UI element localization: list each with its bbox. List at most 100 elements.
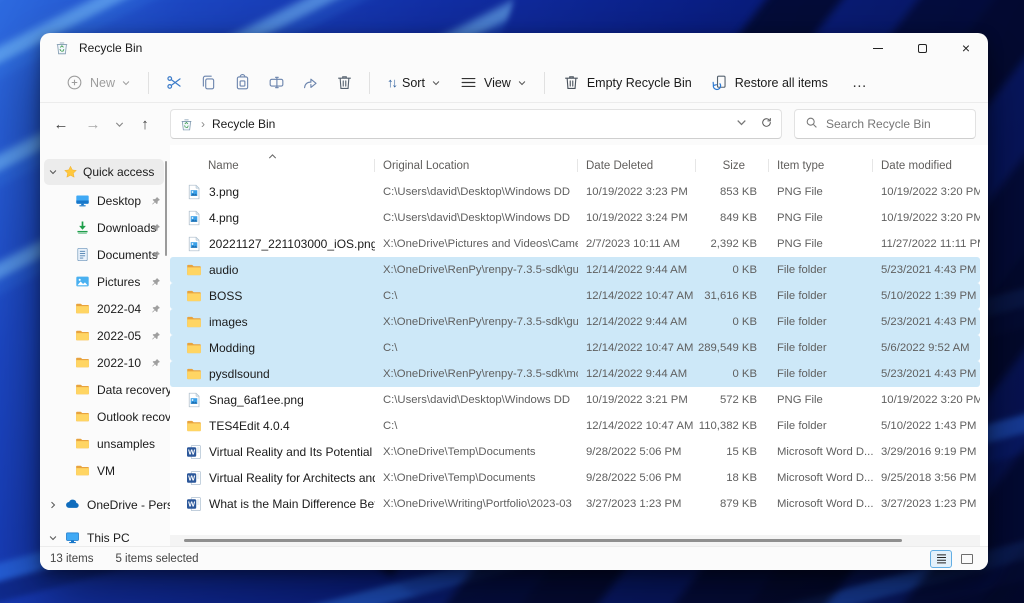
- file-item-type: File folder: [777, 368, 827, 380]
- file-original-location: C:\: [383, 342, 398, 354]
- minimize-button[interactable]: [856, 33, 900, 63]
- sidebar-item-documents[interactable]: Documents: [40, 241, 170, 268]
- more-options-button[interactable]: …: [837, 68, 883, 97]
- history-chevron-button[interactable]: [110, 109, 128, 139]
- empty-recycle-bin-button[interactable]: Empty Recycle Bin: [553, 67, 701, 98]
- png-file-icon: [186, 236, 202, 252]
- scrollbar-thumb[interactable]: [184, 539, 902, 542]
- sidebar-item-downloads[interactable]: Downloads: [40, 214, 170, 241]
- column-header-original-location[interactable]: Original Location: [375, 152, 578, 179]
- file-row[interactable]: 4.png C:\Users\david\Desktop\Windows DD 10…: [170, 205, 980, 231]
- search-icon: [805, 116, 818, 132]
- sidebar-item-data-recovery[interactable]: Data recovery: [40, 376, 170, 403]
- file-row[interactable]: BOSS C:\ 12/14/2022 10:47 AM 31,616 KB File …: [170, 283, 980, 309]
- sort-button[interactable]: ↑↓ Sort: [378, 69, 450, 96]
- column-header-date-deleted[interactable]: Date Deleted: [578, 152, 696, 179]
- file-date-modified: 5/10/2022 1:39 PM: [881, 290, 977, 302]
- sidebar-item-onedrive-perso[interactable]: OneDrive - Perso: [40, 491, 170, 518]
- file-row[interactable]: W What is the Main Difference Betwe... X:\…: [170, 491, 980, 517]
- maximize-button[interactable]: [900, 33, 944, 63]
- copy-button[interactable]: [191, 67, 225, 98]
- new-button[interactable]: New: [56, 67, 140, 98]
- ellipsis-icon: …: [851, 74, 868, 91]
- file-date-deleted: 12/14/2022 10:47 AM: [586, 290, 694, 302]
- svg-text:W: W: [188, 474, 195, 483]
- file-original-location: C:\: [383, 420, 398, 432]
- sidebar-item-2022-04[interactable]: 2022-04: [40, 295, 170, 322]
- file-date-modified: 5/6/2022 9:52 AM: [881, 342, 970, 354]
- address-bar[interactable]: › Recycle Bin: [170, 109, 782, 139]
- sidebar-item-quick-access[interactable]: Quick access: [44, 159, 164, 185]
- share-button[interactable]: [293, 67, 327, 98]
- file-name: Virtual Reality for Architects and Re...: [209, 471, 375, 485]
- file-name-cell: audio: [170, 262, 375, 278]
- column-header-item-type[interactable]: Item type: [769, 152, 873, 179]
- details-view-button[interactable]: [930, 549, 952, 568]
- recycle-bin-icon: [179, 117, 194, 132]
- file-row[interactable]: W Virtual Reality for Architects and Re..…: [170, 465, 980, 491]
- titlebar[interactable]: Recycle Bin ×: [40, 33, 988, 63]
- file-name: Virtual Reality and Its Potential App...: [209, 445, 375, 459]
- file-row[interactable]: Snag_6af1ee.png C:\Users\david\Desktop\Wi…: [170, 387, 980, 413]
- forward-button[interactable]: →: [78, 109, 108, 139]
- delete-button[interactable]: [327, 67, 361, 98]
- window-controls: ×: [856, 33, 988, 63]
- cut-button[interactable]: [157, 67, 191, 98]
- search-input[interactable]: Search Recycle Bin: [794, 109, 976, 139]
- sidebar-item-unsamples[interactable]: unsamples: [40, 430, 170, 457]
- file-row[interactable]: 3.png C:\Users\david\Desktop\Windows DD 10…: [170, 179, 980, 205]
- column-header-size[interactable]: Size: [696, 152, 769, 179]
- refresh-icon[interactable]: [760, 116, 773, 132]
- file-item-type: File folder: [777, 342, 827, 354]
- desktop-wallpaper: Recycle Bin × New ↑↓ Sort View Empty Rec…: [0, 0, 1024, 603]
- breadcrumb[interactable]: Recycle Bin: [212, 117, 275, 131]
- sidebar-item-2022-10[interactable]: 2022-10: [40, 349, 170, 376]
- sidebar-item-pictures[interactable]: Pictures: [40, 268, 170, 295]
- horizontal-scrollbar[interactable]: [170, 535, 980, 546]
- up-button[interactable]: ↑: [130, 109, 160, 139]
- view-button[interactable]: View: [450, 67, 536, 98]
- file-row[interactable]: TES4Edit 4.0.4 C:\ 12/14/2022 10:47 AM 110,…: [170, 413, 980, 439]
- file-row[interactable]: W Virtual Reality and Its Potential App..…: [170, 439, 980, 465]
- sidebar-item-2022-05[interactable]: 2022-05: [40, 322, 170, 349]
- file-name-cell: images: [170, 314, 375, 330]
- back-button[interactable]: ←: [46, 109, 76, 139]
- file-row[interactable]: pysdlsound X:\OneDrive\RenPy\renpy-7.3.5-…: [170, 361, 980, 387]
- pin-icon: [151, 331, 161, 341]
- file-row[interactable]: images X:\OneDrive\RenPy\renpy-7.3.5-sdk\…: [170, 309, 980, 335]
- address-dropdown-icon[interactable]: [735, 116, 748, 132]
- file-name: 3.png: [209, 185, 240, 199]
- file-row[interactable]: audio X:\OneDrive\RenPy\renpy-7.3.5-sdk\g…: [170, 257, 980, 283]
- sidebar-item-this-pc[interactable]: This PC: [40, 524, 170, 546]
- folder-icon: [75, 355, 90, 370]
- file-row[interactable]: Modding C:\ 12/14/2022 10:47 AM 289,549 KB F…: [170, 335, 980, 361]
- sidebar-scrollbar[interactable]: [165, 161, 167, 256]
- chevron-down-icon: [431, 78, 441, 88]
- file-row[interactable]: 20221127_221103000_iOS.png X:\OneDrive\Pi…: [170, 231, 980, 257]
- file-name: 20221127_221103000_iOS.png: [209, 237, 375, 251]
- column-header-name[interactable]: Name: [170, 152, 375, 179]
- paste-button[interactable]: [225, 67, 259, 98]
- empty-recycle-bin-label: Empty Recycle Bin: [586, 75, 692, 90]
- breadcrumb-chevron-icon: ›: [201, 117, 205, 131]
- file-name-cell: pysdlsound: [170, 366, 375, 382]
- close-button[interactable]: ×: [944, 33, 988, 63]
- large-icons-view-button[interactable]: [956, 550, 978, 568]
- rename-button[interactable]: [259, 67, 293, 98]
- column-header-date-modified[interactable]: Date modified: [873, 152, 980, 179]
- file-date-modified: 3/29/2016 9:19 PM: [881, 446, 977, 458]
- file-name-cell: 4.png: [170, 210, 375, 226]
- sidebar-item-label: VM: [97, 463, 115, 478]
- file-list: Name Original Location Date Deleted Size…: [170, 145, 988, 546]
- restore-all-items-label: Restore all items: [734, 75, 828, 90]
- sidebar-item-desktop[interactable]: Desktop: [40, 187, 170, 214]
- file-date-modified: 5/10/2022 1:43 PM: [881, 420, 977, 432]
- chevron-down-icon[interactable]: [48, 533, 58, 543]
- folder-icon: [75, 463, 90, 478]
- restore-all-items-button[interactable]: Restore all items: [701, 67, 837, 98]
- chevron-right-icon[interactable]: [48, 500, 58, 510]
- sidebar-item-outlook-recove[interactable]: Outlook recove: [40, 403, 170, 430]
- sidebar-item-vm[interactable]: VM: [40, 457, 170, 484]
- pin-icon: [151, 250, 161, 260]
- chevron-down-icon[interactable]: [48, 167, 58, 177]
